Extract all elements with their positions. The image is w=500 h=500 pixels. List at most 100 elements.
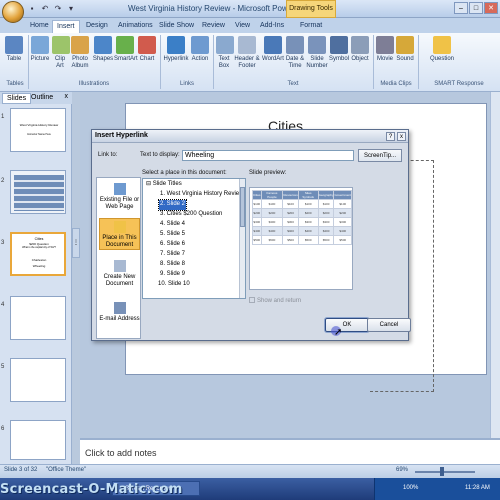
tab-review[interactable]: Review (198, 20, 229, 33)
tree-item[interactable]: 5. Slide 5 (159, 230, 186, 240)
picture-button[interactable]: Picture (30, 36, 50, 63)
photo-album-button[interactable]: Photo Album (70, 36, 90, 70)
show-and-return-checkbox[interactable]: Show and return (249, 297, 301, 304)
preview-cell: $500 (333, 235, 352, 245)
zoom-slider-handle[interactable] (440, 467, 444, 476)
table-button[interactable]: Table (4, 36, 24, 63)
hyperlink-icon (167, 36, 185, 54)
existing-file-option[interactable]: Existing File or Web Page (99, 181, 140, 211)
notes-pane[interactable]: Click to add notes (80, 438, 500, 464)
email-address-option[interactable]: E-mail Address (99, 300, 140, 323)
shapes-button[interactable]: Shapes (92, 36, 114, 63)
group-label-smart-response: SMART Response (434, 81, 484, 87)
minimize-button[interactable]: – (454, 2, 468, 14)
dialog-close-icon[interactable]: x (397, 132, 406, 141)
preview-cell: $400 (333, 226, 352, 236)
preview-cell: $100 (297, 199, 319, 209)
office-button[interactable] (2, 1, 24, 23)
tab-add-ins[interactable]: Add-Ins (256, 20, 288, 33)
table-icon (5, 36, 23, 54)
undo-icon[interactable]: ↶ (40, 4, 50, 14)
hyperlink-button[interactable]: Hyperlink (163, 36, 189, 63)
symbol-button[interactable]: Symbol (329, 36, 349, 63)
document-place-icon (113, 221, 126, 233)
slide-thumbnail-5[interactable] (10, 358, 66, 402)
question-button[interactable]: Question (428, 36, 456, 63)
preview-cell: $200 (317, 208, 335, 218)
slide-thumbnail-4[interactable] (10, 296, 66, 340)
customize-icon[interactable]: ▾ (66, 4, 76, 14)
text-to-display-field[interactable]: Wheeling (182, 150, 354, 161)
action-button[interactable]: Action (191, 36, 209, 63)
close-button[interactable]: ✕ (484, 2, 498, 14)
tree-root[interactable]: ⊟ Slide Titles (145, 180, 183, 190)
group-divider (160, 35, 161, 89)
wordart-button[interactable]: WordArt (262, 36, 284, 63)
clock: 11:28 AM (465, 485, 490, 491)
group-label-links: Links (179, 81, 194, 87)
save-icon[interactable]: ▪ (27, 4, 37, 14)
picture-icon (31, 36, 49, 54)
pane-tabs: Slides Outline x (0, 92, 72, 104)
clip-art-button[interactable]: Clip Art (52, 36, 70, 70)
smartart-button[interactable]: SmartArt (114, 36, 138, 63)
preview-cell: $500 (252, 235, 262, 245)
slide-thumbnail-2[interactable] (10, 170, 66, 214)
tree-scrollbar[interactable] (239, 179, 245, 298)
drawing-tools-context-label: Drawing Tools (286, 0, 336, 18)
tree-item[interactable]: 1. West Virginia History Review (159, 190, 244, 200)
tab-design[interactable]: Design (82, 20, 112, 33)
date-time-button[interactable]: Date & Time (285, 36, 305, 70)
chart-button[interactable]: Chart (138, 36, 156, 63)
tab-insert[interactable]: Insert (52, 20, 80, 33)
sound-button[interactable]: Sound (396, 36, 414, 63)
maximize-button[interactable]: □ (469, 2, 483, 14)
tab-animations[interactable]: Animations (114, 20, 157, 33)
slide-number-button[interactable]: Slide Number (306, 36, 328, 70)
screentip-button[interactable]: ScreenTip... (358, 149, 402, 162)
thumb-grid (14, 175, 64, 211)
cancel-button[interactable]: Cancel (367, 318, 411, 332)
tree-item[interactable]: 6. Slide 6 (159, 240, 186, 250)
tree-item-selected[interactable]: 2. Slide 2 (157, 199, 188, 211)
tree-item[interactable]: 4. Slide 4 (159, 220, 186, 230)
collapse-icon[interactable]: ⊟ (146, 181, 153, 187)
slide-thumbnail-1[interactable]: West Virginia History Review Instructor … (10, 108, 66, 152)
place-in-document-option[interactable]: Place in This Document (99, 218, 140, 250)
preview-table: Cities Famous People Resources Sites Sym… (252, 190, 352, 245)
text-box-button[interactable]: Text Box (216, 36, 234, 70)
zoom-level[interactable]: 69% (396, 467, 408, 473)
preview-cell: $500 (317, 235, 335, 245)
tree-item[interactable]: 3. Cities $200 Question (159, 210, 223, 220)
zoom-slider[interactable] (415, 471, 475, 473)
pane-splitter-handle[interactable]: ⋮ (72, 228, 80, 258)
object-button[interactable]: Object (350, 36, 370, 63)
slide-thumbnail-6[interactable] (10, 420, 66, 460)
preview-header: Geography (317, 190, 335, 200)
thumb-number: 4 (1, 302, 5, 308)
tab-outline[interactable]: Outline (27, 93, 57, 104)
tab-home[interactable]: Home (26, 20, 53, 33)
pane-close-icon[interactable]: x (65, 93, 69, 100)
slide-thumbnail-3[interactable]: Cities $200 Question What is the capital… (10, 232, 66, 276)
tab-view[interactable]: View (231, 20, 254, 33)
theme-name: "Office Theme" (46, 467, 87, 473)
vertical-scrollbar[interactable] (490, 92, 500, 438)
tree-item[interactable]: 10. Slide 10 (157, 280, 191, 290)
preview-cell: $400 (260, 226, 284, 236)
tab-format[interactable]: Format (296, 20, 326, 33)
tree-item[interactable]: 7. Slide 7 (159, 250, 186, 260)
header-footer-button[interactable]: Header & Footer (234, 36, 260, 70)
redo-icon[interactable]: ↷ (53, 4, 63, 14)
tree-scroll-thumb[interactable] (240, 187, 245, 227)
movie-button[interactable]: Movie (376, 36, 394, 63)
preview-cell: $400 (297, 226, 319, 236)
slide-counter: Slide 3 of 32 (4, 467, 38, 473)
tree-item[interactable]: 8. Slide 8 (159, 260, 186, 270)
help-icon[interactable]: ? (386, 132, 395, 141)
document-places-tree[interactable]: ⊟ Slide Titles 1. West Virginia History … (142, 178, 246, 299)
tree-item[interactable]: 9. Slide 9 (159, 270, 186, 280)
preview-header: Sites Symbols (297, 190, 319, 200)
create-new-document-option[interactable]: Create New Document (99, 258, 140, 288)
tab-slide-show[interactable]: Slide Show (155, 20, 198, 33)
